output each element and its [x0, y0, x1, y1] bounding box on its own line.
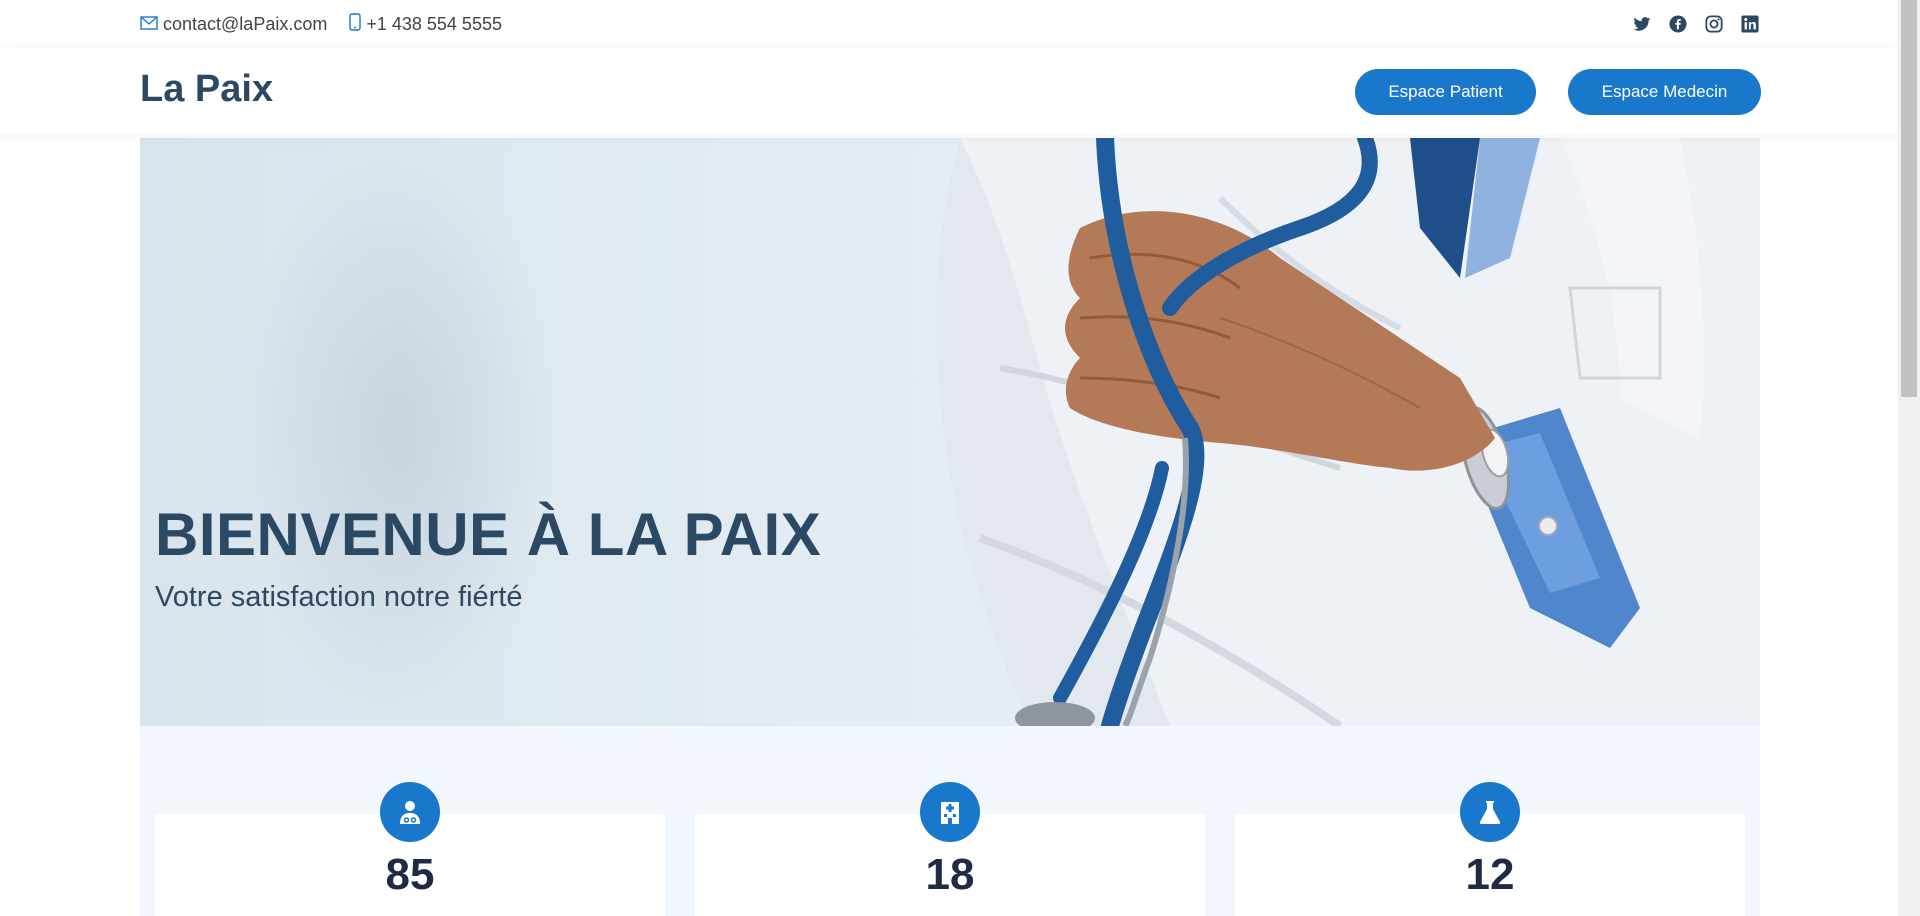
hero-banner — [140, 138, 1760, 726]
stat-card-departments: 18 — [695, 782, 1205, 916]
site-header: La Paix Espace Patient Espace Medecin — [0, 48, 1898, 134]
espace-medecin-button[interactable]: Espace Medecin — [1568, 69, 1761, 115]
hero-subtitle: Votre satisfaction notre fiérté — [155, 581, 523, 613]
background-blur — [240, 138, 560, 726]
stat-value: 18 — [925, 850, 975, 899]
facebook-icon[interactable] — [1668, 14, 1688, 34]
scrollbar-thumb[interactable] — [1901, 0, 1917, 397]
hero-title: BIENVENUE À LA PAIX — [155, 501, 822, 568]
contact-info: contact@laPaix.com +1 438 554 5555 — [140, 13, 524, 36]
stat-value: 85 — [385, 850, 435, 899]
phone-text: +1 438 554 5555 — [366, 14, 502, 34]
phone-icon — [349, 13, 366, 36]
email-contact[interactable]: contact@laPaix.com — [140, 14, 327, 35]
page-scrollbar[interactable] — [1898, 0, 1920, 916]
espace-patient-button[interactable]: Espace Patient — [1355, 69, 1536, 115]
phone-contact[interactable]: +1 438 554 5555 — [349, 13, 502, 36]
page: contact@laPaix.com +1 438 554 5555 La Pa… — [0, 0, 1898, 916]
envelope-icon — [140, 14, 163, 35]
top-bar: contact@laPaix.com +1 438 554 5555 — [0, 0, 1898, 48]
hospital-icon — [920, 782, 980, 842]
instagram-icon[interactable] — [1704, 14, 1724, 34]
twitter-icon[interactable] — [1632, 14, 1652, 34]
stat-card-labs: 12 — [1235, 782, 1745, 916]
linkedin-icon[interactable] — [1740, 14, 1760, 34]
doctor-icon — [380, 782, 440, 842]
email-text: contact@laPaix.com — [163, 14, 328, 34]
flask-icon — [1460, 782, 1520, 842]
social-links — [1616, 14, 1760, 34]
doctor-image — [936, 138, 1760, 726]
stats-section: 85 18 12 — [140, 726, 1760, 916]
stat-card-doctors: 85 — [155, 782, 665, 916]
site-logo[interactable]: La Paix — [140, 68, 273, 111]
stat-value: 12 — [1465, 850, 1515, 899]
